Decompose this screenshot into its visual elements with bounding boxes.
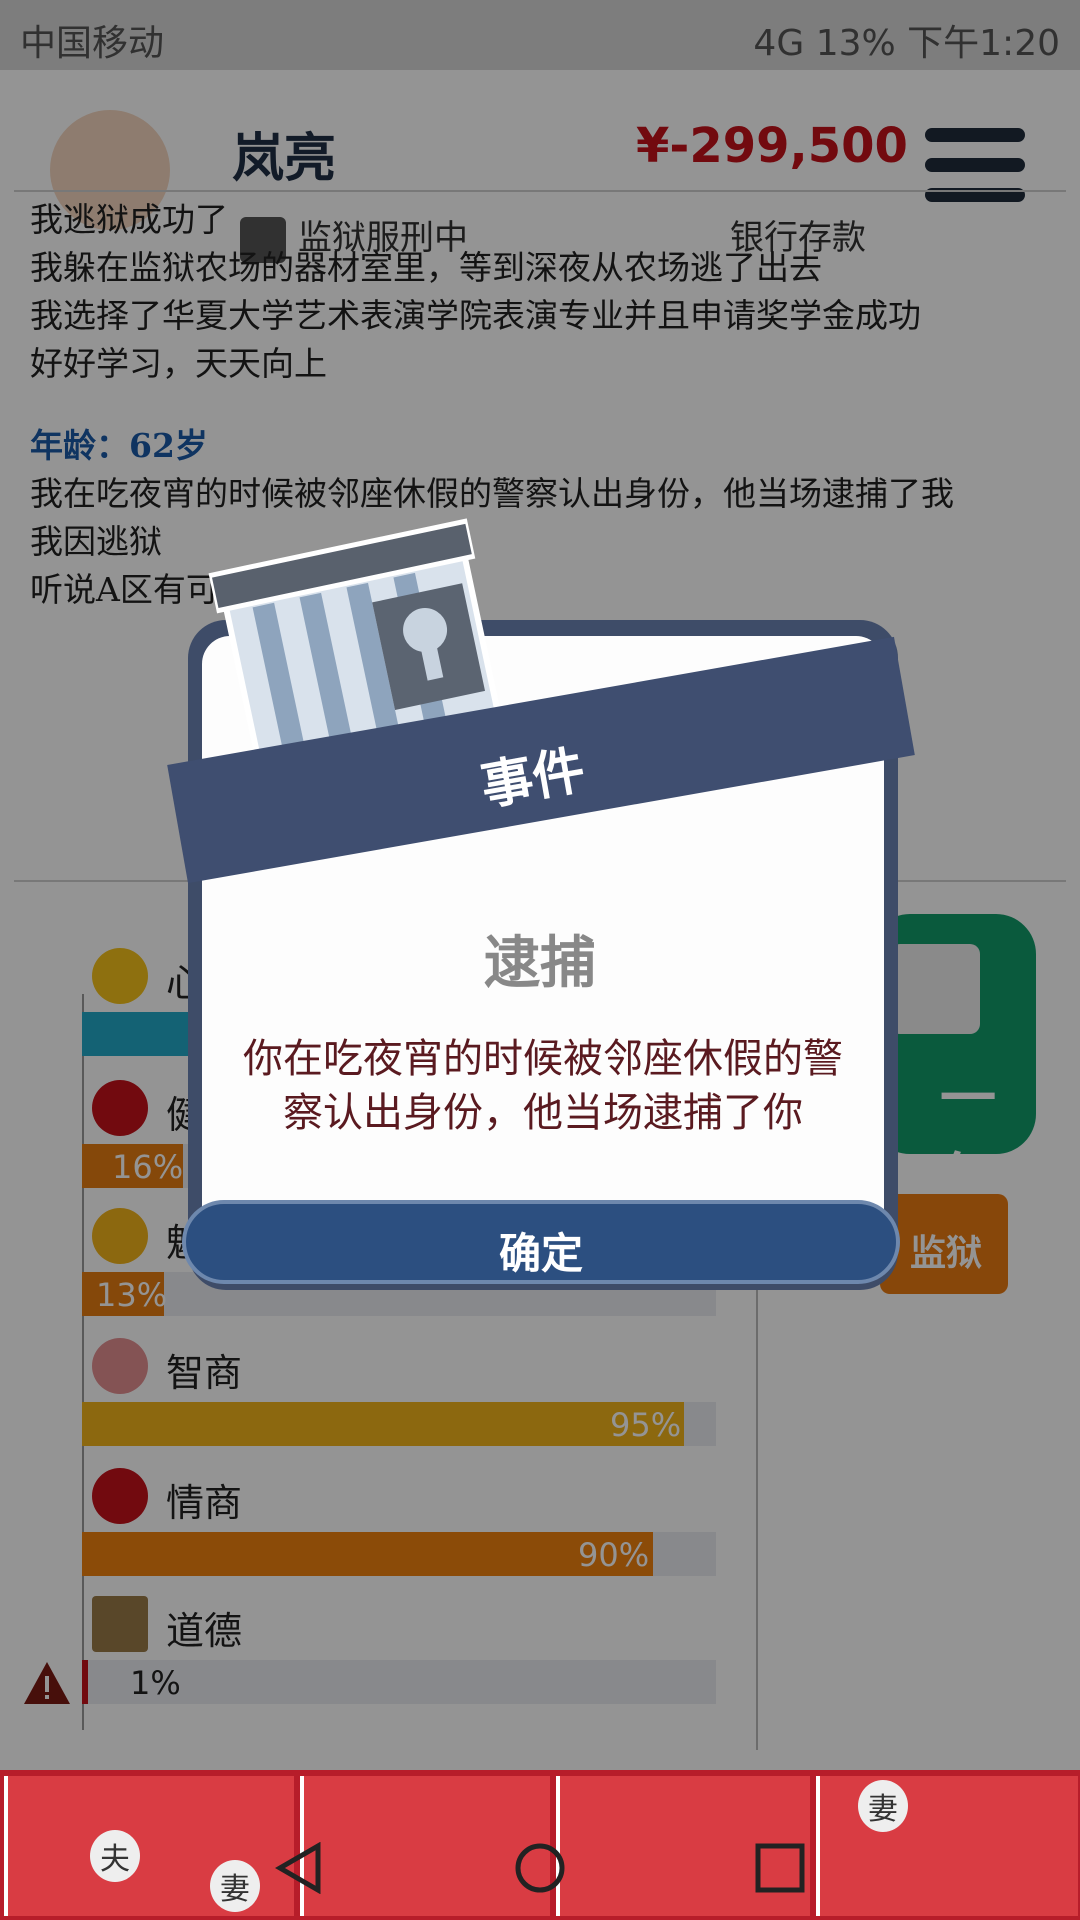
- ad-tag: 妻: [210, 1860, 260, 1912]
- ad-tag: 夫: [90, 1830, 140, 1882]
- ad-image[interactable]: [300, 1776, 550, 1916]
- confirm-label: 确定: [498, 1229, 583, 1278]
- ad-tag: 妻: [858, 1780, 908, 1832]
- confirm-button[interactable]: 确定: [182, 1200, 900, 1284]
- event-title: 逮捕: [484, 931, 596, 996]
- status-dim: [0, 0, 1080, 70]
- back-icon[interactable]: [274, 1842, 326, 1894]
- ad-image[interactable]: [816, 1776, 1078, 1916]
- recent-apps-icon[interactable]: [754, 1842, 806, 1894]
- event-description: 你在吃夜宵的时候被邻座休假的警察认出身份，他当场逮捕了你: [243, 1036, 843, 1136]
- home-icon[interactable]: [514, 1842, 566, 1894]
